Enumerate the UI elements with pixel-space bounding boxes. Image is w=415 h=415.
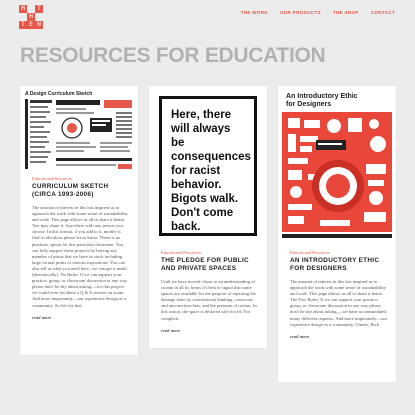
logo-letter: T — [35, 5, 43, 13]
nav-link-our-products[interactable]: OUR PRODUCTS — [280, 10, 321, 15]
thumb-title: A Design Curriculum Sketch — [25, 91, 92, 97]
logo-letter: M — [19, 5, 27, 13]
read-more-link[interactable]: read more — [161, 328, 259, 333]
ethic-thumbnail[interactable]: An Introductory Ethic for Designers — [278, 86, 396, 246]
logo-letter: T — [19, 21, 27, 29]
pledge-quote-text: Here, there will always be consequences … — [171, 109, 251, 233]
resource-card-curriculum[interactable]: A Design Curriculum Sketch Educational R… — [20, 86, 138, 355]
logo-letter: H — [27, 13, 35, 21]
nav-link-the-work[interactable]: THE WORK — [241, 10, 268, 15]
logo-cell — [27, 5, 35, 13]
logo-letter: N — [35, 21, 43, 29]
read-more-link[interactable]: read more — [32, 315, 130, 320]
card-body: Educational Resources AN INTRODUCTORY ET… — [290, 250, 388, 339]
pledge-poster: Here, there will always be consequences … — [159, 96, 257, 236]
ethic-poster-image — [278, 86, 396, 246]
card-title[interactable]: THE PLEDGE FOR PUBLIC AND PRIVATE SPACES — [161, 257, 259, 273]
card-category-label[interactable]: Educational Resources — [161, 250, 259, 255]
thumb-title: An Introductory Ethic for Designers — [286, 93, 358, 108]
page-title: RESOURCES FOR EDUCATION — [20, 44, 326, 67]
card-body: Educational Resources THE PLEDGE FOR PUB… — [161, 250, 259, 333]
card-description: The amount of interest in this has inspi… — [32, 205, 129, 308]
card-category-label[interactable]: Educational Resources — [32, 176, 130, 181]
curriculum-sketch-thumbnail[interactable]: A Design Curriculum Sketch — [20, 86, 138, 174]
logo-letter: E — [27, 21, 35, 29]
resource-card-ethic[interactable]: An Introductory Ethic for Designers Educ… — [278, 86, 396, 382]
card-description: The amount of interest in this has inspi… — [290, 279, 388, 327]
site-logo[interactable]: M T H T E N — [19, 5, 43, 29]
read-more-link[interactable]: read more — [290, 334, 388, 339]
resource-card-pledge[interactable]: Here, there will always be consequences … — [149, 86, 267, 348]
nav-link-the-shop[interactable]: THE SHOP — [333, 10, 359, 15]
card-title[interactable]: AN INTRODUCTORY ETHIC FOR DESIGNERS — [290, 257, 388, 273]
card-body: Educational Resources CURRICULUM SKETCH … — [32, 176, 130, 320]
card-category-label[interactable]: Educational Resources — [290, 250, 388, 255]
card-title[interactable]: CURRICULUM SKETCH (CIRCA 1993-2006) — [32, 183, 130, 199]
card-description: Until we have moved closer to an underst… — [161, 279, 257, 321]
main-nav: THE WORK OUR PRODUCTS THE SHOP CONTACT — [241, 10, 395, 15]
nav-link-contact[interactable]: CONTACT — [371, 10, 395, 15]
curriculum-diagram-image: A Design Curriculum Sketch — [20, 86, 138, 174]
logo-cell — [35, 13, 43, 21]
pledge-thumbnail[interactable]: Here, there will always be consequences … — [149, 86, 267, 246]
logo-cell — [19, 13, 27, 21]
